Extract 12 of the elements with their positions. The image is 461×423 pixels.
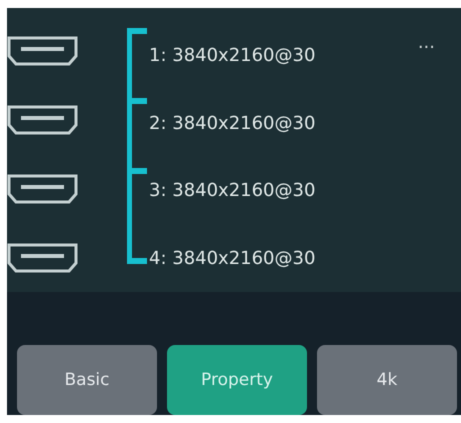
output-resolution-label: 4: 3840x2160@30	[149, 246, 316, 271]
hdmi-port-icon	[7, 174, 78, 204]
tab-button[interactable]: Property	[167, 345, 307, 415]
tab-button[interactable]: 4k	[317, 345, 457, 415]
more-options-button[interactable]: ...	[418, 32, 435, 53]
output-resolution-label: 2: 3840x2160@30	[149, 112, 316, 136]
hdmi-port-icon	[7, 36, 78, 66]
output-resolution-label: 3: 3840x2160@30	[149, 179, 316, 204]
hdmi-port-icon	[7, 104, 78, 134]
output-resolution-label: 1: 3840x2160@30	[149, 44, 316, 68]
tab-button[interactable]: Basic	[17, 345, 157, 415]
hdmi-port-icon	[7, 242, 78, 272]
